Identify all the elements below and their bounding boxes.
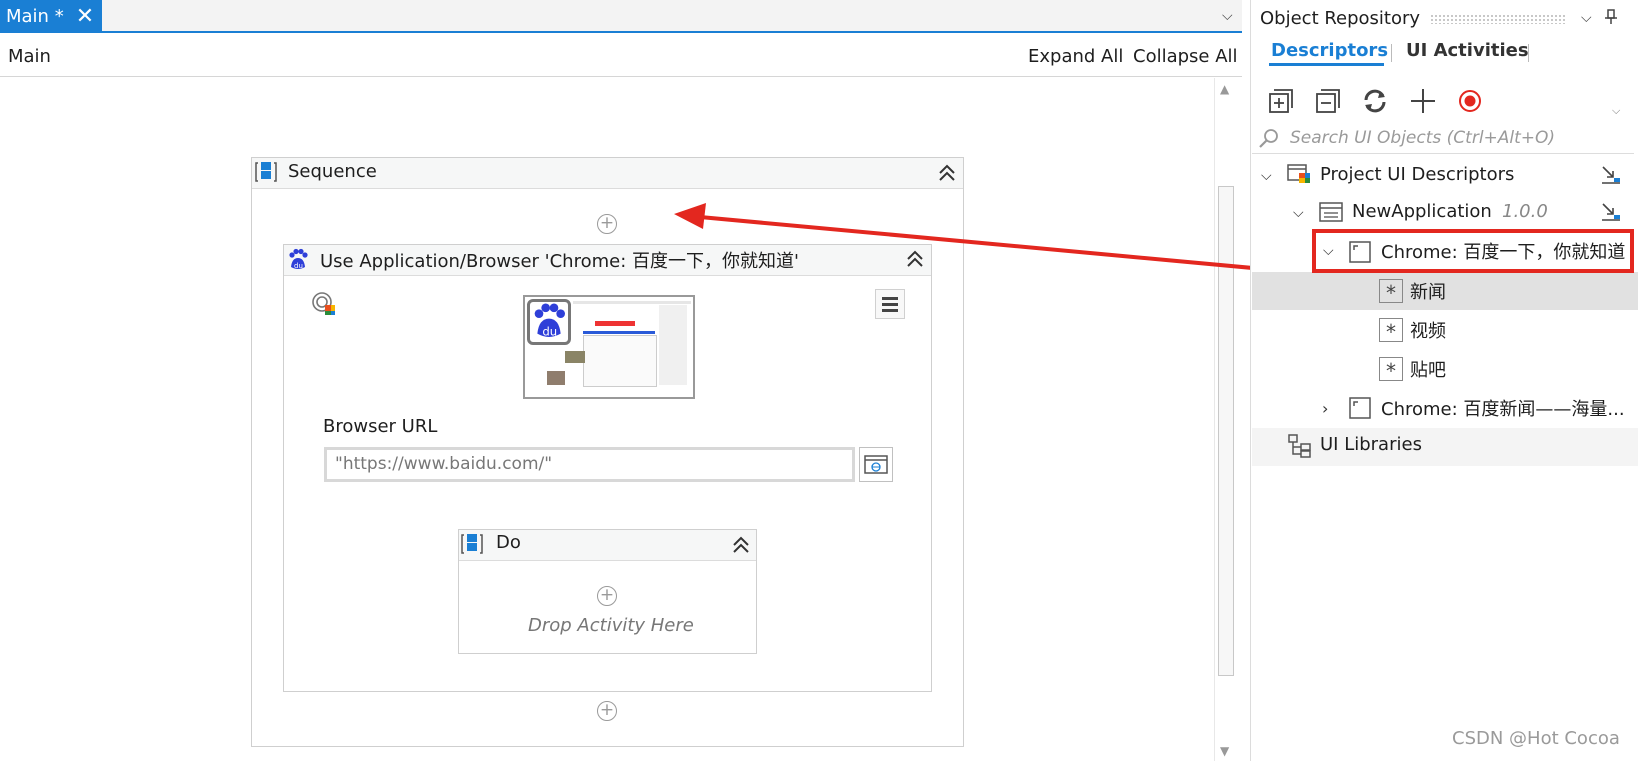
pin-icon[interactable]: [1603, 8, 1619, 26]
ui-libraries-label[interactable]: UI Libraries: [1320, 434, 1422, 455]
chevron-down-icon[interactable]: ⌵: [1293, 205, 1304, 221]
expand-tree-icon[interactable]: [1266, 86, 1296, 116]
chevron-down-icon[interactable]: ⌵: [1261, 168, 1272, 184]
search-icon: [1259, 129, 1278, 148]
import-descriptor-icon[interactable]: [1600, 201, 1622, 223]
search-placeholder: Search UI Objects (Ctrl+Alt+O): [1290, 128, 1556, 148]
ui-element-icon: *: [1379, 318, 1403, 344]
record-icon[interactable]: [1455, 86, 1485, 116]
collapse-tree-icon[interactable]: [1313, 86, 1343, 116]
tree-element-label[interactable]: 视频: [1410, 317, 1446, 343]
application-version: 1.0.0: [1502, 201, 1548, 222]
tree-element-label[interactable]: 贴吧: [1410, 356, 1446, 382]
ui-element-icon: *: [1379, 279, 1403, 305]
screen-label[interactable]: Chrome: 百度新闻——海量...: [1381, 395, 1625, 421]
refresh-icon[interactable]: [1360, 86, 1390, 116]
ui-element-icon: *: [1379, 357, 1403, 383]
tree-root-label[interactable]: Project UI Descriptors: [1320, 164, 1514, 185]
screen-icon: [1349, 397, 1371, 419]
tree-element-label[interactable]: 新闻: [1410, 278, 1446, 304]
application-label[interactable]: NewApplication: [1352, 201, 1492, 222]
active-tab-indicator: [1269, 63, 1384, 66]
tab-separator: [1528, 44, 1529, 62]
project-descriptors-icon: [1287, 164, 1310, 183]
highlight-box: [1312, 229, 1634, 273]
ui-libraries-icon: [1288, 434, 1311, 458]
tab-descriptors[interactable]: Descriptors: [1271, 40, 1388, 61]
chevron-right-icon[interactable]: ›: [1322, 399, 1328, 418]
panel-grip[interactable]: [1430, 14, 1566, 24]
toolbar-overflow-icon[interactable]: ⌵: [1612, 104, 1620, 118]
panel-title: Object Repository: [1260, 8, 1421, 29]
chevron-down-icon[interactable]: ⌵: [1581, 10, 1592, 26]
tab-ui-activities[interactable]: UI Activities: [1406, 40, 1529, 61]
import-descriptor-icon[interactable]: [1600, 164, 1622, 186]
application-icon: [1319, 202, 1343, 222]
watermark: CSDN @Hot Cocoa: [1452, 728, 1620, 749]
tab-separator: [1391, 44, 1392, 62]
add-icon[interactable]: [1408, 86, 1438, 116]
